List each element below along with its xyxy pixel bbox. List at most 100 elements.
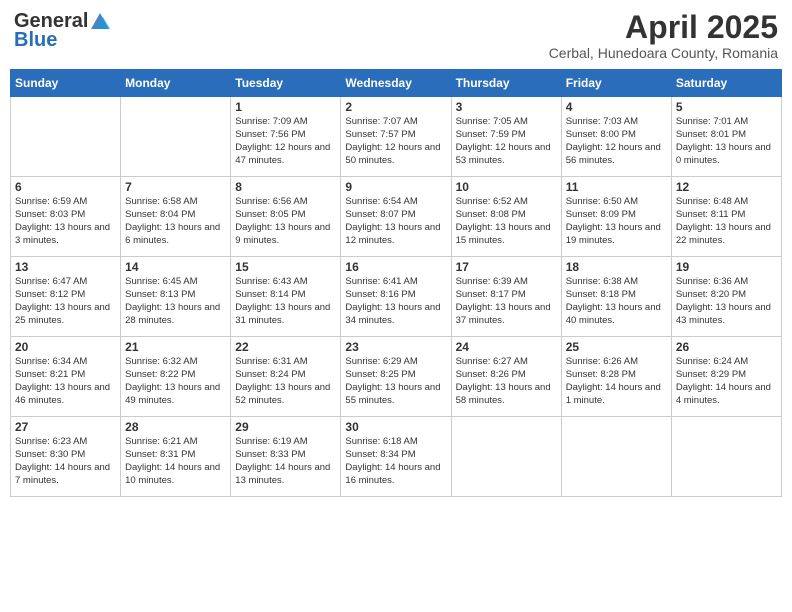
calendar-week-row: 1 Sunrise: 7:09 AM Sunset: 7:56 PM Daylig… xyxy=(11,97,782,177)
day-info: Sunrise: 6:47 AM Sunset: 8:12 PM Dayligh… xyxy=(15,276,116,327)
calendar-cell: 3 Sunrise: 7:05 AM Sunset: 7:59 PM Daylig… xyxy=(451,97,561,177)
day-number: 22 xyxy=(235,340,336,354)
day-info: Sunrise: 6:19 AM Sunset: 8:33 PM Dayligh… xyxy=(235,436,336,487)
calendar-cell: 1 Sunrise: 7:09 AM Sunset: 7:56 PM Daylig… xyxy=(231,97,341,177)
month-title: April 2025 xyxy=(549,10,778,45)
calendar-cell: 26 Sunrise: 6:24 AM Sunset: 8:29 PM Dayli… xyxy=(671,337,781,417)
title-block: April 2025 Cerbal, Hunedoara County, Rom… xyxy=(549,10,778,61)
calendar-week-row: 6 Sunrise: 6:59 AM Sunset: 8:03 PM Daylig… xyxy=(11,177,782,257)
calendar-cell: 18 Sunrise: 6:38 AM Sunset: 8:18 PM Dayli… xyxy=(561,257,671,337)
weekday-header-wednesday: Wednesday xyxy=(341,70,451,97)
day-number: 15 xyxy=(235,260,336,274)
calendar-cell: 8 Sunrise: 6:56 AM Sunset: 8:05 PM Daylig… xyxy=(231,177,341,257)
calendar-cell: 16 Sunrise: 6:41 AM Sunset: 8:16 PM Dayli… xyxy=(341,257,451,337)
calendar-week-row: 27 Sunrise: 6:23 AM Sunset: 8:30 PM Dayli… xyxy=(11,417,782,497)
calendar-cell: 2Sunrise: 7:07 AM Sunset: 7:57 PM Daylig… xyxy=(341,97,451,177)
day-number: 2 xyxy=(345,100,446,114)
calendar-cell: 21 Sunrise: 6:32 AM Sunset: 8:22 PM Dayli… xyxy=(121,337,231,417)
day-number: 16 xyxy=(345,260,446,274)
day-number: 5 xyxy=(676,100,777,114)
calendar-cell: 22Sunrise: 6:31 AM Sunset: 8:24 PM Dayli… xyxy=(231,337,341,417)
calendar-cell: 7Sunrise: 6:58 AM Sunset: 8:04 PM Daylig… xyxy=(121,177,231,257)
day-info: Sunrise: 6:27 AM Sunset: 8:26 PM Dayligh… xyxy=(456,356,557,407)
weekday-header-row: SundayMondayTuesdayWednesdayThursdayFrid… xyxy=(11,70,782,97)
calendar-cell: 29 Sunrise: 6:19 AM Sunset: 8:33 PM Dayli… xyxy=(231,417,341,497)
day-info: Sunrise: 6:58 AM Sunset: 8:04 PM Dayligh… xyxy=(125,196,226,247)
logo-blue: Blue xyxy=(14,29,57,52)
day-number: 19 xyxy=(676,260,777,274)
calendar-cell: 14 Sunrise: 6:45 AM Sunset: 8:13 PM Dayli… xyxy=(121,257,231,337)
calendar-cell: 9 Sunrise: 6:54 AM Sunset: 8:07 PM Daylig… xyxy=(341,177,451,257)
page-header: General Blue April 2025 Cerbal, Hunedoar… xyxy=(10,10,782,61)
day-number: 17 xyxy=(456,260,557,274)
day-info: Sunrise: 6:36 AM Sunset: 8:20 PM Dayligh… xyxy=(676,276,777,327)
day-number: 14 xyxy=(125,260,226,274)
calendar-cell: 24 Sunrise: 6:27 AM Sunset: 8:26 PM Dayli… xyxy=(451,337,561,417)
calendar-cell: 11Sunrise: 6:50 AM Sunset: 8:09 PM Dayli… xyxy=(561,177,671,257)
day-number: 28 xyxy=(125,420,226,434)
calendar-table: SundayMondayTuesdayWednesdayThursdayFrid… xyxy=(10,69,782,497)
calendar-cell xyxy=(11,97,121,177)
weekday-header-tuesday: Tuesday xyxy=(231,70,341,97)
day-info: Sunrise: 7:05 AM Sunset: 7:59 PM Dayligh… xyxy=(456,116,557,167)
day-number: 25 xyxy=(566,340,667,354)
calendar-cell: 17 Sunrise: 6:39 AM Sunset: 8:17 PM Dayli… xyxy=(451,257,561,337)
calendar-cell: 30 Sunrise: 6:18 AM Sunset: 8:34 PM Dayli… xyxy=(341,417,451,497)
day-info: Sunrise: 6:21 AM Sunset: 8:31 PM Dayligh… xyxy=(125,436,226,487)
day-number: 23 xyxy=(345,340,446,354)
day-info: Sunrise: 6:41 AM Sunset: 8:16 PM Dayligh… xyxy=(345,276,446,327)
day-number: 11 xyxy=(566,180,667,194)
day-number: 29 xyxy=(235,420,336,434)
day-number: 27 xyxy=(15,420,116,434)
day-info: Sunrise: 6:29 AM Sunset: 8:25 PM Dayligh… xyxy=(345,356,446,407)
day-info: Sunrise: 6:45 AM Sunset: 8:13 PM Dayligh… xyxy=(125,276,226,327)
day-number: 8 xyxy=(235,180,336,194)
calendar-cell: 5 Sunrise: 7:01 AM Sunset: 8:01 PM Daylig… xyxy=(671,97,781,177)
day-number: 4 xyxy=(566,100,667,114)
weekday-header-monday: Monday xyxy=(121,70,231,97)
day-info: Sunrise: 7:01 AM Sunset: 8:01 PM Dayligh… xyxy=(676,116,777,167)
day-info: Sunrise: 6:54 AM Sunset: 8:07 PM Dayligh… xyxy=(345,196,446,247)
day-info: Sunrise: 6:32 AM Sunset: 8:22 PM Dayligh… xyxy=(125,356,226,407)
day-number: 21 xyxy=(125,340,226,354)
weekday-header-saturday: Saturday xyxy=(671,70,781,97)
calendar-week-row: 20Sunrise: 6:34 AM Sunset: 8:21 PM Dayli… xyxy=(11,337,782,417)
day-info: Sunrise: 6:24 AM Sunset: 8:29 PM Dayligh… xyxy=(676,356,777,407)
day-info: Sunrise: 6:59 AM Sunset: 8:03 PM Dayligh… xyxy=(15,196,116,247)
weekday-header-friday: Friday xyxy=(561,70,671,97)
calendar-cell: 23 Sunrise: 6:29 AM Sunset: 8:25 PM Dayli… xyxy=(341,337,451,417)
calendar-cell xyxy=(671,417,781,497)
day-number: 9 xyxy=(345,180,446,194)
calendar-cell xyxy=(451,417,561,497)
day-info: Sunrise: 7:09 AM Sunset: 7:56 PM Dayligh… xyxy=(235,116,336,167)
calendar-cell: 12Sunrise: 6:48 AM Sunset: 8:11 PM Dayli… xyxy=(671,177,781,257)
day-info: Sunrise: 6:39 AM Sunset: 8:17 PM Dayligh… xyxy=(456,276,557,327)
day-info: Sunrise: 6:26 AM Sunset: 8:28 PM Dayligh… xyxy=(566,356,667,407)
day-info: Sunrise: 6:34 AM Sunset: 8:21 PM Dayligh… xyxy=(15,356,116,407)
day-info: Sunrise: 6:18 AM Sunset: 8:34 PM Dayligh… xyxy=(345,436,446,487)
day-number: 6 xyxy=(15,180,116,194)
day-number: 1 xyxy=(235,100,336,114)
calendar-cell xyxy=(121,97,231,177)
location: Cerbal, Hunedoara County, Romania xyxy=(549,45,778,61)
day-info: Sunrise: 6:43 AM Sunset: 8:14 PM Dayligh… xyxy=(235,276,336,327)
calendar-cell: 27 Sunrise: 6:23 AM Sunset: 8:30 PM Dayli… xyxy=(11,417,121,497)
logo: General Blue xyxy=(14,10,112,52)
weekday-header-sunday: Sunday xyxy=(11,70,121,97)
logo-icon xyxy=(89,11,111,33)
day-number: 30 xyxy=(345,420,446,434)
calendar-cell: 6 Sunrise: 6:59 AM Sunset: 8:03 PM Daylig… xyxy=(11,177,121,257)
day-info: Sunrise: 6:56 AM Sunset: 8:05 PM Dayligh… xyxy=(235,196,336,247)
day-number: 18 xyxy=(566,260,667,274)
day-info: Sunrise: 6:38 AM Sunset: 8:18 PM Dayligh… xyxy=(566,276,667,327)
calendar-cell: 15 Sunrise: 6:43 AM Sunset: 8:14 PM Dayli… xyxy=(231,257,341,337)
day-number: 24 xyxy=(456,340,557,354)
day-number: 3 xyxy=(456,100,557,114)
day-info: Sunrise: 6:52 AM Sunset: 8:08 PM Dayligh… xyxy=(456,196,557,247)
day-info: Sunrise: 6:23 AM Sunset: 8:30 PM Dayligh… xyxy=(15,436,116,487)
day-number: 13 xyxy=(15,260,116,274)
day-number: 26 xyxy=(676,340,777,354)
day-info: Sunrise: 7:03 AM Sunset: 8:00 PM Dayligh… xyxy=(566,116,667,167)
calendar-cell: 13 Sunrise: 6:47 AM Sunset: 8:12 PM Dayli… xyxy=(11,257,121,337)
calendar-cell: 4 Sunrise: 7:03 AM Sunset: 8:00 PM Daylig… xyxy=(561,97,671,177)
